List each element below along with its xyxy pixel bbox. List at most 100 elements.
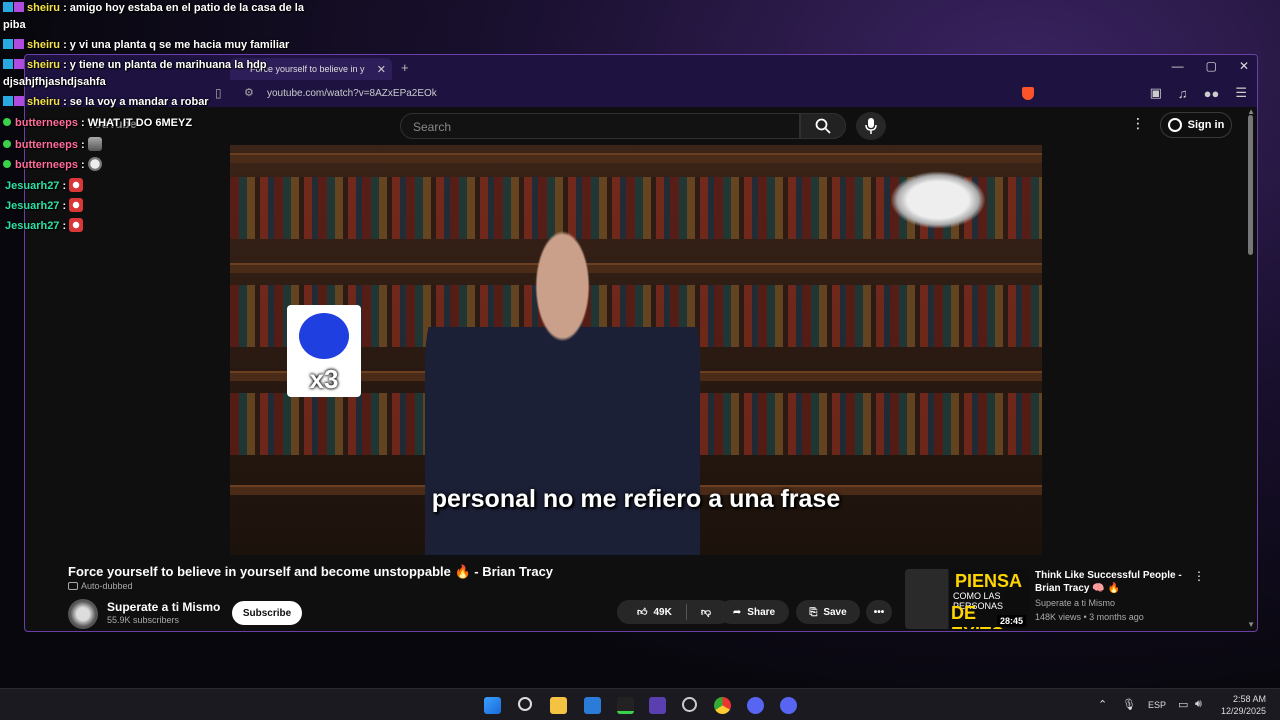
- search-input[interactable]: Search: [400, 113, 800, 139]
- more-actions-button[interactable]: •••: [866, 600, 892, 624]
- divider: [685, 604, 687, 620]
- account-icon: [1167, 118, 1182, 132]
- like-dislike-group: 👍︎ 49K 👎︎: [617, 600, 731, 624]
- chat-message: piba: [3, 19, 26, 31]
- tray-chevron-icon[interactable]: ⌃: [1098, 698, 1107, 711]
- chat-message: sheiru : se la voy a mandar a robar: [3, 96, 209, 108]
- chat-username: sheiru: [27, 39, 61, 51]
- discord-icon[interactable]: [747, 697, 764, 714]
- video-subtitle: personal no me refiero a una frase: [431, 485, 841, 513]
- chat-username: sheiru: [27, 59, 61, 71]
- toolbar-right: ▣ ♫ ●● ☰: [1021, 85, 1247, 101]
- brave-shield-icon[interactable]: [1021, 86, 1034, 100]
- emote-overlay: x3: [287, 305, 361, 397]
- recommended-menu-icon[interactable]: ⋮: [1193, 569, 1205, 583]
- badge-icon: [3, 39, 13, 49]
- site-settings-icon[interactable]: ⚙: [244, 86, 254, 99]
- url-field[interactable]: youtube.com/watch?v=8AZxEPa2EOk: [267, 88, 437, 99]
- clock-time: 2:58 AM: [1232, 694, 1266, 704]
- chat-message: Jesuarh27 :: [3, 198, 84, 212]
- chat-message: Jesuarh27 :: [3, 218, 84, 232]
- chat-username: butterneeps: [15, 139, 78, 151]
- duration-badge: 28:45: [996, 615, 1026, 627]
- sign-in-button[interactable]: Sign in: [1160, 112, 1232, 138]
- chat-username: sheiru: [27, 96, 61, 108]
- network-icon[interactable]: ▭: [1178, 698, 1188, 711]
- emote-icon: [87, 157, 102, 171]
- maximize-icon[interactable]: ▢: [1206, 59, 1217, 73]
- voice-search-button[interactable]: [856, 112, 886, 140]
- new-tab-icon[interactable]: +: [401, 60, 409, 75]
- start-icon[interactable]: [484, 697, 501, 714]
- recommended-title[interactable]: Think Like Successful People - Brian Tra…: [1035, 569, 1185, 595]
- recommended-thumbnail[interactable]: PIENSA COMO LAS PERSONAS DE EXITO 28:45: [905, 569, 1029, 629]
- bookshelf: [230, 153, 1042, 163]
- chat-message: sheiru : amigo hoy estaba en el patio de…: [3, 2, 304, 14]
- store-icon[interactable]: [584, 697, 601, 714]
- save-label: Save: [823, 606, 847, 618]
- settings-kebab-icon[interactable]: ⋮: [1131, 115, 1145, 132]
- share-button[interactable]: ➦ Share: [719, 600, 789, 624]
- channel-subscribers: 55.9K subscribers: [107, 615, 180, 625]
- thumbs-up-icon: 👍︎: [637, 607, 648, 618]
- emote-label: x3: [309, 364, 339, 394]
- chat-text: piba: [3, 19, 26, 31]
- steam-icon[interactable]: [682, 697, 697, 712]
- clock[interactable]: 2:58 AM 12/29/2025: [1221, 693, 1266, 717]
- like-count: 49K: [653, 606, 672, 618]
- save-button[interactable]: ⎘ Save: [796, 600, 860, 624]
- thumbs-down-icon[interactable]: 👎︎: [701, 606, 711, 618]
- address-bar: ▯ ⚙ youtube.com/watch?v=8AZxEPa2EOk ▣ ♫ …: [25, 81, 1257, 107]
- blue-blob-emote: [299, 313, 349, 359]
- chat-username: Jesuarh27: [5, 220, 60, 232]
- file-explorer-icon[interactable]: [550, 697, 567, 714]
- chat-username: sheiru: [27, 2, 61, 14]
- brave-icon[interactable]: [649, 697, 666, 714]
- mic-icon: [865, 118, 877, 134]
- badge-icon: [14, 96, 24, 106]
- extension-icon[interactable]: ●●: [1204, 86, 1220, 101]
- tab-close-icon[interactable]: ✕: [377, 63, 386, 76]
- chat-text: djsahjfhjashdjsahfa: [3, 76, 106, 88]
- emote-icon: [87, 137, 102, 151]
- scroll-down-icon[interactable]: ▼: [1247, 620, 1255, 629]
- auto-dubbed-badge: Auto-dubbed: [68, 581, 133, 591]
- channel-avatar[interactable]: [68, 599, 98, 629]
- bookmark-icon[interactable]: ▯: [215, 86, 222, 100]
- chrome-icon[interactable]: [714, 697, 731, 714]
- like-button[interactable]: 👍︎ 49K: [637, 606, 672, 619]
- chat-username: butterneeps: [15, 159, 78, 171]
- minimize-icon[interactable]: —: [1172, 59, 1184, 73]
- close-window-icon[interactable]: ✕: [1239, 59, 1249, 73]
- recommended-channel[interactable]: Superate a ti Mismo: [1035, 598, 1115, 608]
- thumb-text-1: PIENSA: [955, 571, 1023, 591]
- video-title: Force yourself to believe in yourself an…: [68, 564, 554, 579]
- badge-icon: [3, 2, 13, 12]
- chat-text: :: [81, 139, 85, 151]
- search-button[interactable]: [800, 113, 846, 139]
- tab-title: Force yourself to believe in y: [250, 64, 365, 74]
- clock-date: 12/29/2025: [1220, 706, 1266, 716]
- status-dot-icon: [3, 140, 11, 148]
- chat-text: : y vi una planta q se me hacia muy fami…: [63, 39, 290, 51]
- video-player[interactable]: x3 personal no me refiero a una frase: [230, 145, 1042, 555]
- channel-name[interactable]: Superate a ti Mismo: [107, 600, 220, 614]
- subscribe-button[interactable]: Subscribe: [232, 601, 302, 625]
- search-taskbar-icon[interactable]: [518, 697, 532, 711]
- chat-text: :: [62, 220, 67, 232]
- chat-message: butterneeps :: [3, 157, 102, 171]
- music-icon[interactable]: ♫: [1178, 86, 1188, 101]
- chat-message: butterneeps :: [3, 137, 102, 151]
- volume-icon[interactable]: 🔊︎: [1195, 698, 1202, 711]
- mic-tray-icon[interactable]: 🎙︎: [1122, 698, 1136, 711]
- discord-icon[interactable]: [780, 697, 797, 714]
- chat-username: butterneeps: [15, 117, 78, 129]
- status-dot-icon: [3, 118, 11, 126]
- share-label: Share: [747, 606, 776, 618]
- emote-icon: [69, 198, 84, 212]
- menu-icon[interactable]: ☰: [1235, 85, 1247, 101]
- terminal-icon[interactable]: [617, 697, 634, 714]
- scrollbar-thumb[interactable]: [1248, 115, 1253, 255]
- media-icon[interactable]: ▣: [1150, 85, 1162, 101]
- language-indicator[interactable]: ESP: [1148, 700, 1166, 710]
